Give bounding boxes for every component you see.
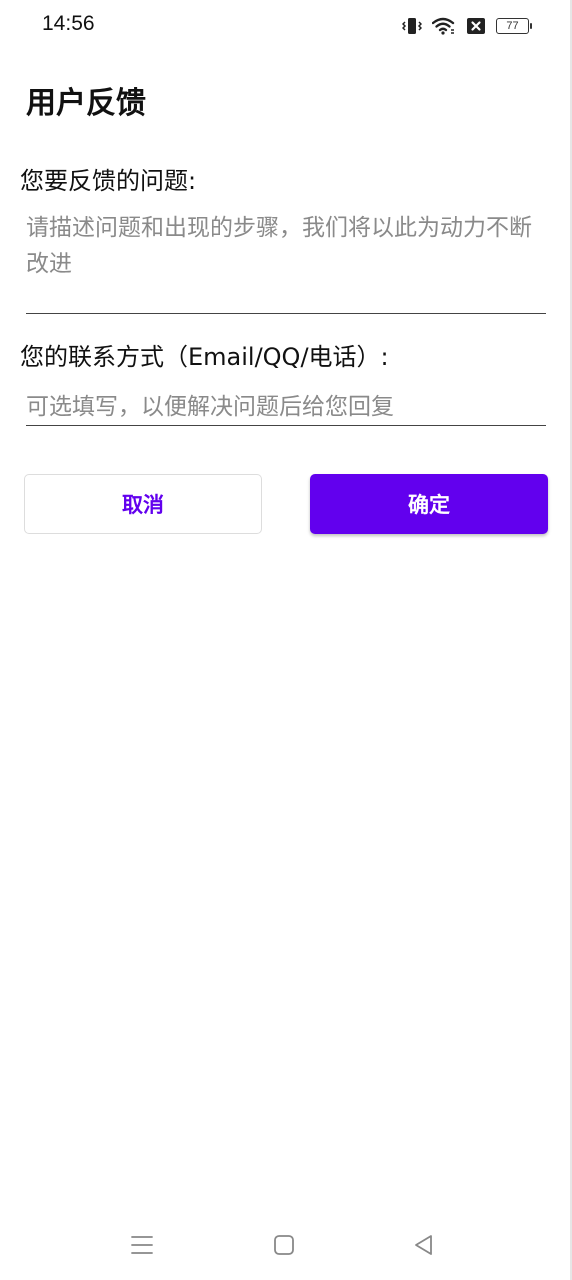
sim-blocked-icon <box>466 17 486 35</box>
battery-icon: 77 <box>496 18 532 34</box>
problem-textarea[interactable] <box>26 210 546 314</box>
vibrate-icon <box>402 17 422 35</box>
contact-label: 您的联系方式（Email/QQ/电话）: <box>20 343 389 371</box>
contact-input[interactable] <box>26 388 546 426</box>
navigation-bar <box>0 1220 572 1270</box>
page-title: 用户反馈 <box>26 86 146 121</box>
problem-label: 您要反馈的问题: <box>20 167 197 195</box>
back-icon[interactable] <box>411 1232 437 1258</box>
wifi-icon <box>432 17 456 35</box>
home-icon[interactable] <box>271 1232 297 1258</box>
confirm-button[interactable]: 确定 <box>310 474 548 534</box>
status-time: 14:56 <box>42 12 95 35</box>
battery-level: 77 <box>496 18 529 34</box>
status-bar: 14:56 77 <box>0 0 572 52</box>
battery-tip <box>530 23 532 29</box>
cancel-button[interactable]: 取消 <box>24 474 262 534</box>
status-icons: 77 <box>402 14 532 38</box>
menu-icon[interactable] <box>129 1232 155 1258</box>
